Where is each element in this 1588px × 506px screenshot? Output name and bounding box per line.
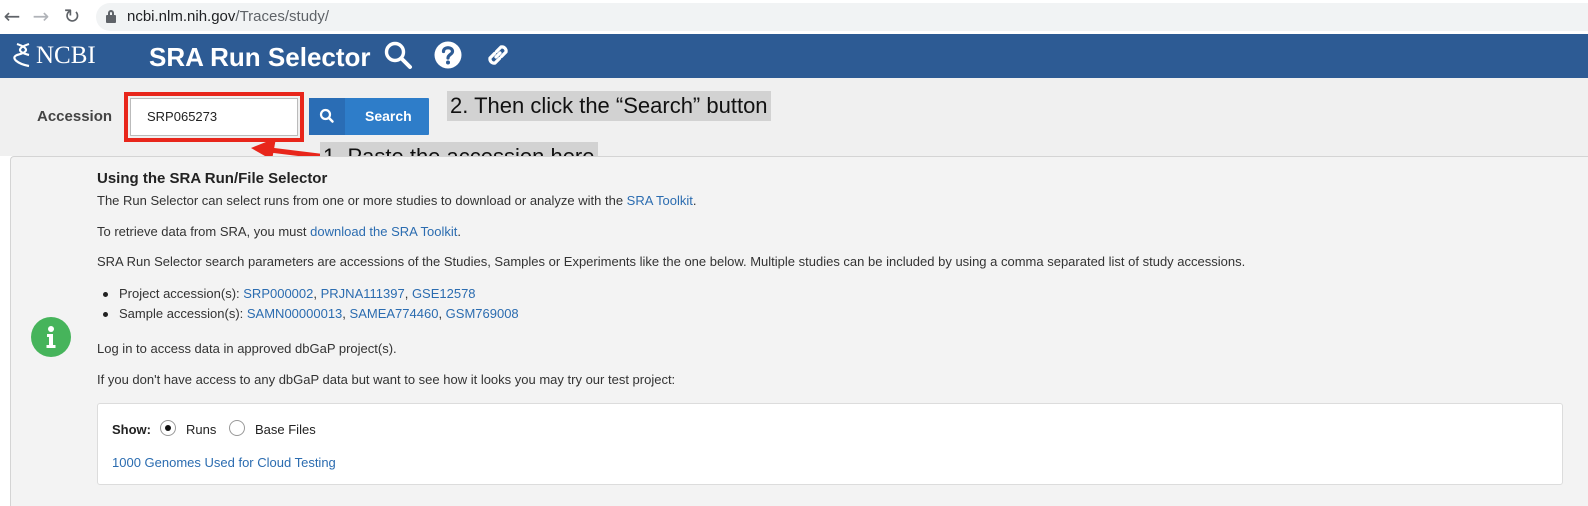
- search-row: Accession SRP065273 Search 2. Then click…: [0, 78, 1588, 156]
- link-icon[interactable]: [483, 40, 513, 70]
- ncbi-logo-text: NCBI: [36, 42, 96, 69]
- test-project-box: Show: Runs Base Files 1000 Genomes Used …: [97, 403, 1563, 485]
- project-link-3[interactable]: GSE12578: [412, 286, 476, 301]
- ncbi-header: NCBI SRA Run Selector: [0, 34, 1588, 78]
- list-item: Project accession(s): SRP000002, PRJNA11…: [103, 284, 519, 304]
- base-files-radio-label[interactable]: Base Files: [255, 422, 316, 437]
- sample-link-1[interactable]: SAMN00000013: [247, 306, 342, 321]
- runs-radio[interactable]: [160, 420, 176, 436]
- accession-label: Accession: [37, 108, 113, 125]
- url-path: /Traces/study/: [235, 8, 330, 25]
- info-heading: Using the SRA Run/File Selector: [97, 170, 328, 187]
- highlight-box: [124, 92, 304, 142]
- ncbi-logo[interactable]: NCBI: [12, 42, 96, 70]
- project-link-2[interactable]: PRJNA111397: [321, 286, 405, 301]
- show-label: Show:: [112, 422, 151, 437]
- app-title[interactable]: SRA Run Selector: [149, 42, 371, 72]
- search-button-label: Search: [365, 108, 412, 124]
- reload-icon[interactable]: ↻: [60, 4, 84, 28]
- forward-icon[interactable]: →: [29, 4, 53, 28]
- runs-radio-label[interactable]: Runs: [186, 422, 216, 437]
- info-icon: [31, 317, 71, 357]
- accession-examples: Project accession(s): SRP000002, PRJNA11…: [103, 284, 519, 324]
- url-text[interactable]: ncbi.nlm.nih.gov/Traces/study/: [127, 8, 329, 25]
- lock-icon: [106, 10, 116, 23]
- search-icon[interactable]: [383, 40, 413, 70]
- back-icon[interactable]: ←: [0, 4, 24, 28]
- search-icon: [319, 108, 334, 123]
- sample-link-2[interactable]: SAMEA774460: [350, 306, 439, 321]
- help-icon[interactable]: [433, 40, 463, 70]
- info-panel: Using the SRA Run/File Selector The Run …: [10, 156, 1588, 506]
- dna-helix-icon: [13, 42, 30, 68]
- project-link-1[interactable]: SRP000002: [243, 286, 313, 301]
- browser-toolbar: ← → ↻ ncbi.nlm.nih.gov/Traces/study/: [0, 0, 1588, 34]
- download-sra-toolkit-link[interactable]: download the SRA Toolkit: [310, 224, 457, 239]
- paragraph-retrieve: To retrieve data from SRA, you must down…: [97, 224, 461, 239]
- base-files-radio[interactable]: [229, 420, 245, 436]
- paragraph-run-selector: The Run Selector can select runs from on…: [97, 193, 697, 208]
- address-bar[interactable]: ncbi.nlm.nih.gov/Traces/study/: [96, 3, 1588, 31]
- sra-toolkit-link[interactable]: SRA Toolkit: [627, 193, 693, 208]
- search-button[interactable]: Search: [309, 98, 429, 135]
- list-item: Sample accession(s): SAMN00000013, SAMEA…: [103, 304, 519, 324]
- url-host: ncbi.nlm.nih.gov: [127, 8, 236, 25]
- annotation-step-2: 2. Then click the “Search” button: [447, 91, 771, 121]
- paragraph-login: Log in to access data in approved dbGaP …: [97, 341, 397, 356]
- paragraph-test-project: If you don't have access to any dbGaP da…: [97, 372, 676, 387]
- paragraph-search-params: SRA Run Selector search parameters are a…: [97, 254, 1246, 269]
- sample-link-3[interactable]: GSM769008: [446, 306, 519, 321]
- test-project-link[interactable]: 1000 Genomes Used for Cloud Testing: [112, 455, 336, 470]
